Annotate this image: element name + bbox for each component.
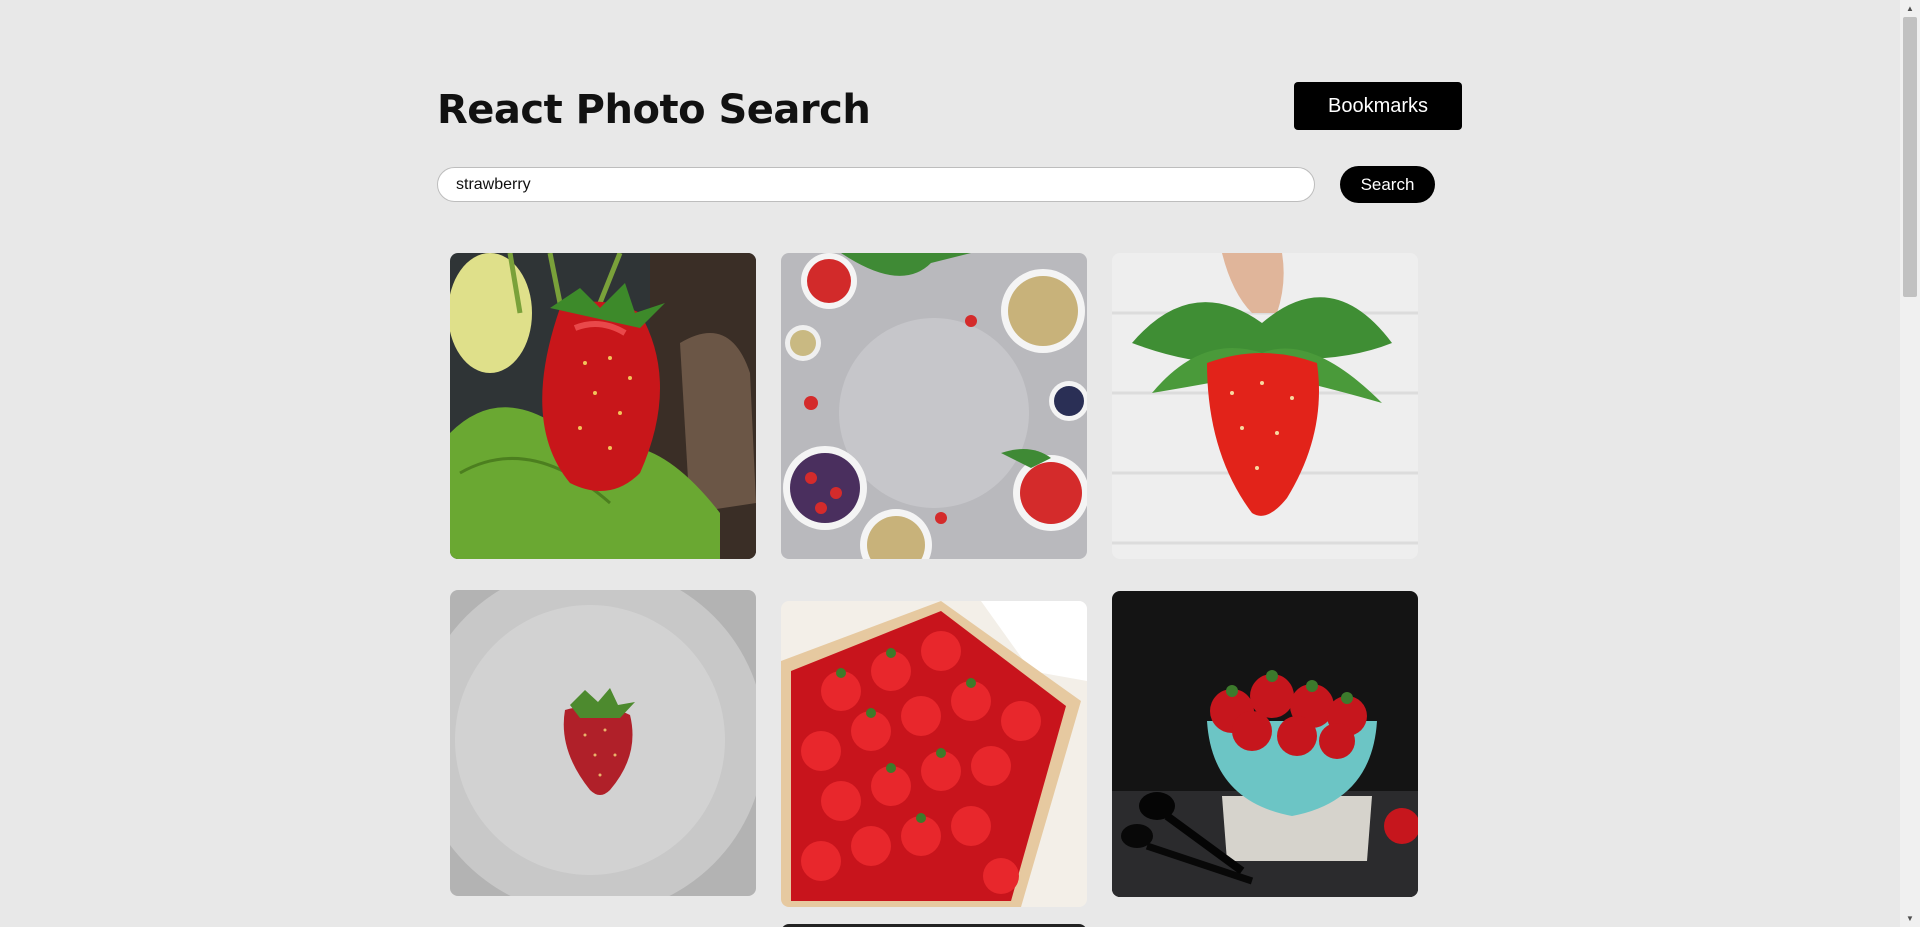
photo-hand-holding-strawberry[interactable] <box>1112 253 1418 559</box>
search-input[interactable] <box>437 167 1315 202</box>
photo-strawberry-bowls-flatlay-image <box>781 253 1087 559</box>
page: React Photo Search Bookmarks Search <box>0 0 1900 927</box>
photo-strawberries-in-crate-image <box>781 601 1087 907</box>
photo-strawberry-on-plate-image <box>450 590 756 896</box>
photo-strawberries-in-teal-bowl-image <box>1112 591 1418 897</box>
photo-strawberries-in-teal-bowl[interactable] <box>1112 591 1418 897</box>
photo-strawberries-in-crate[interactable] <box>781 601 1087 907</box>
vertical-scrollbar[interactable]: ▲ ▼ <box>1900 0 1920 927</box>
photo-strawberry-bowls-flatlay[interactable] <box>781 253 1087 559</box>
page-title: React Photo Search <box>437 87 871 133</box>
search-button[interactable]: Search <box>1340 166 1435 203</box>
bookmarks-button[interactable]: Bookmarks <box>1294 82 1462 130</box>
photo-strawberry-on-plate[interactable] <box>450 590 756 896</box>
triangle-down-icon[interactable]: ▼ <box>1900 910 1920 927</box>
triangle-up-icon[interactable]: ▲ <box>1900 0 1920 17</box>
scrollbar-thumb[interactable] <box>1903 17 1917 297</box>
photo-strawberry-on-plant[interactable] <box>450 253 756 559</box>
photo-strawberry-on-plant-image <box>450 253 756 559</box>
photo-hand-holding-strawberry-image <box>1112 253 1418 559</box>
